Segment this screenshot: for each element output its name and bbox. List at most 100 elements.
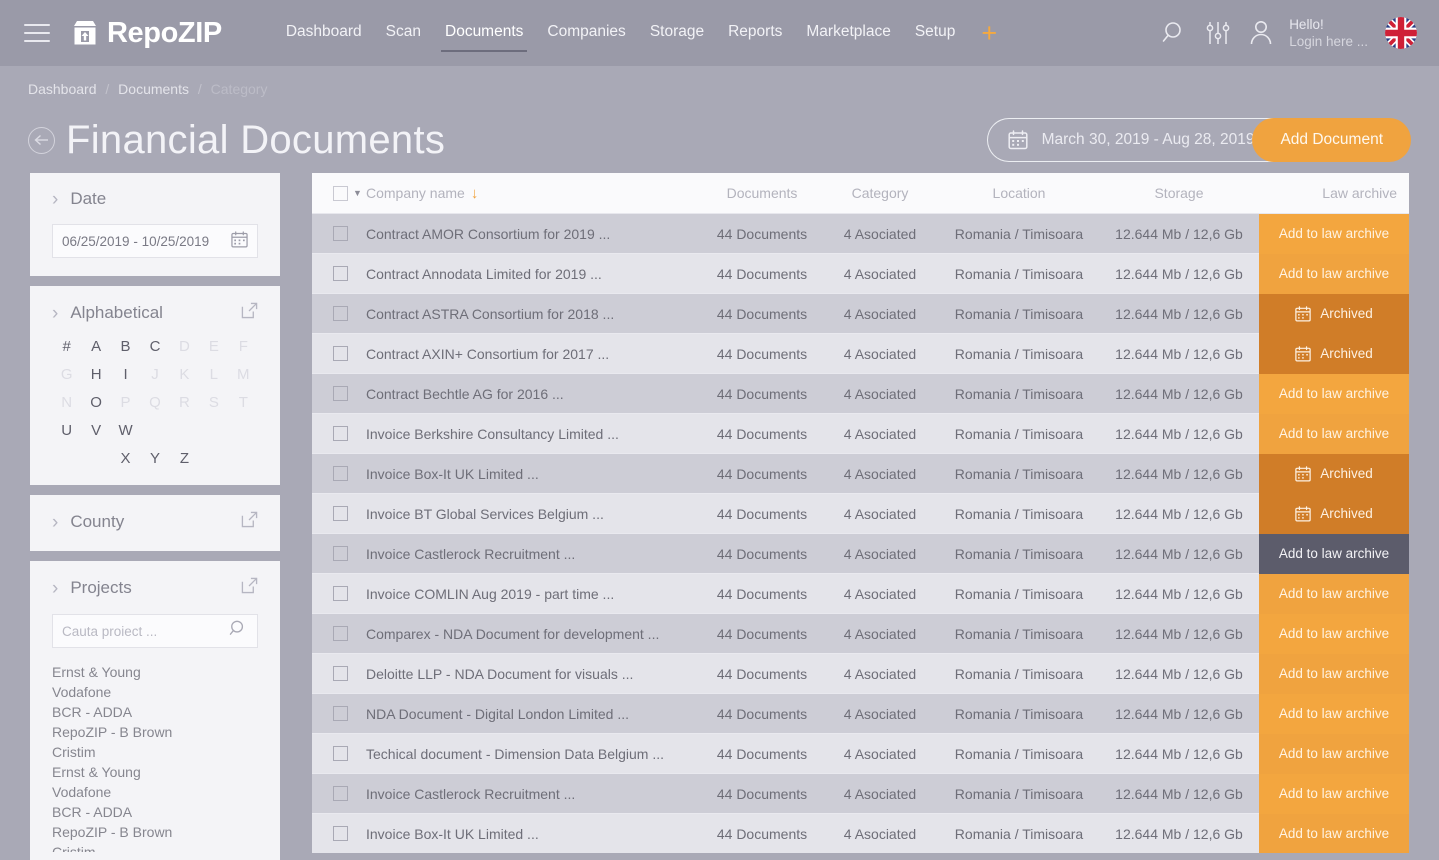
- alpha-letter-y[interactable]: Y: [150, 450, 160, 467]
- add-to-law-archive-button[interactable]: Add to law archive: [1259, 813, 1409, 853]
- alpha-letter-x[interactable]: X: [121, 450, 131, 467]
- row-checkbox[interactable]: [333, 386, 348, 401]
- nav-item-companies[interactable]: Companies: [535, 15, 637, 52]
- row-checkbox[interactable]: [333, 586, 348, 601]
- project-list-item[interactable]: BCR - ADDA: [52, 802, 258, 822]
- nav-item-setup[interactable]: Setup: [903, 15, 968, 52]
- breadcrumb-item-documents[interactable]: Documents: [118, 81, 189, 97]
- project-list-item[interactable]: Vodafone: [52, 682, 258, 702]
- project-list-item[interactable]: Cristim: [52, 842, 258, 852]
- column-header-storage[interactable]: Storage: [1099, 185, 1259, 201]
- alpha-letter-l[interactable]: L: [210, 366, 218, 383]
- alpha-letter-i[interactable]: I: [123, 366, 127, 383]
- table-row[interactable]: Invoice Berkshire Consultancy Limited ..…: [312, 413, 1409, 454]
- alpha-letter-k[interactable]: K: [179, 366, 189, 383]
- archived-badge-button[interactable]: Archived: [1259, 493, 1409, 534]
- nav-item-dashboard[interactable]: Dashboard: [274, 15, 374, 52]
- nav-item-reports[interactable]: Reports: [716, 15, 794, 52]
- chevron-down-icon[interactable]: ▼: [353, 188, 362, 198]
- alpha-letter-g[interactable]: G: [61, 366, 73, 383]
- alpha-letter-t[interactable]: T: [239, 394, 248, 411]
- table-row[interactable]: Contract AXIN+ Consortium for 2017 ... 44…: [312, 333, 1409, 374]
- project-search-input[interactable]: [62, 623, 229, 639]
- table-row[interactable]: Contract Bechtle AG for 2016 ... 44 Docum…: [312, 373, 1409, 414]
- alpha-letter-r[interactable]: R: [179, 394, 190, 411]
- filter-alphabetical-header[interactable]: › Alphabetical: [52, 302, 258, 324]
- add-to-law-archive-button[interactable]: Add to law archive: [1259, 693, 1409, 734]
- project-list-item[interactable]: RepoZIP - B Brown: [52, 722, 258, 742]
- row-checkbox[interactable]: [333, 506, 348, 521]
- back-arrow-icon[interactable]: [28, 126, 55, 154]
- row-checkbox[interactable]: [333, 466, 348, 481]
- alpha-letter-n[interactable]: N: [61, 394, 72, 411]
- project-list-item[interactable]: Vodafone: [52, 782, 258, 802]
- row-checkbox[interactable]: [333, 706, 348, 721]
- table-row[interactable]: Invoice BT Global Services Belgium ... 44…: [312, 493, 1409, 534]
- project-list-item[interactable]: Ernst & Young: [52, 662, 258, 682]
- breadcrumb-item-dashboard[interactable]: Dashboard: [28, 81, 97, 97]
- search-icon[interactable]: [229, 619, 248, 643]
- column-header-category[interactable]: Category: [821, 185, 939, 201]
- add-to-law-archive-button[interactable]: Add to law archive: [1259, 413, 1409, 454]
- archived-badge-button[interactable]: Archived: [1259, 333, 1409, 374]
- column-header-documents[interactable]: Documents: [703, 185, 821, 201]
- row-checkbox[interactable]: [333, 786, 348, 801]
- uk-flag-icon[interactable]: [1385, 17, 1417, 49]
- project-search-box[interactable]: [52, 614, 258, 648]
- alpha-letter-hash[interactable]: #: [63, 338, 71, 355]
- alpha-letter-h[interactable]: H: [91, 366, 102, 383]
- alpha-letter-s[interactable]: S: [209, 394, 219, 411]
- alpha-letter-w[interactable]: W: [118, 422, 132, 439]
- table-row[interactable]: Deloitte LLP - NDA Document for visuals …: [312, 653, 1409, 694]
- table-row[interactable]: Invoice Box-It UK Limited ... 44 Document…: [312, 453, 1409, 494]
- sidebar-date-range-input[interactable]: 06/25/2019 - 10/25/2019: [52, 224, 258, 258]
- project-list-item[interactable]: BCR - ADDA: [52, 702, 258, 722]
- column-header-location[interactable]: Location: [939, 185, 1099, 201]
- alpha-letter-o[interactable]: O: [90, 394, 102, 411]
- add-to-law-archive-button[interactable]: Add to law archive: [1259, 773, 1409, 814]
- row-checkbox[interactable]: [333, 426, 348, 441]
- row-checkbox[interactable]: [333, 746, 348, 761]
- table-row[interactable]: Invoice Box-It UK Limited ... 44 Document…: [312, 813, 1409, 853]
- nav-item-scan[interactable]: Scan: [374, 15, 433, 52]
- table-row[interactable]: Contract Annodata Limited for 2019 ... 44…: [312, 253, 1409, 294]
- alpha-letter-m[interactable]: M: [237, 366, 250, 383]
- alpha-letter-f[interactable]: F: [239, 338, 248, 355]
- row-checkbox[interactable]: [333, 546, 348, 561]
- column-header-law-archive[interactable]: Law archive: [1259, 185, 1409, 201]
- project-list-item[interactable]: RepoZIP - B Brown: [52, 822, 258, 842]
- archived-badge-button[interactable]: Archived: [1259, 293, 1409, 334]
- row-checkbox[interactable]: [333, 226, 348, 241]
- date-range-picker[interactable]: March 30, 2019 - Aug 28, 2019: [986, 118, 1275, 162]
- table-row[interactable]: Invoice Castlerock Recruitment ... 44 Doc…: [312, 773, 1409, 814]
- alpha-letter-p[interactable]: P: [121, 394, 131, 411]
- expand-external-icon[interactable]: [241, 577, 258, 599]
- row-checkbox[interactable]: [333, 266, 348, 281]
- alpha-letter-c[interactable]: C: [150, 338, 161, 355]
- add-to-law-archive-button[interactable]: Add to law archive: [1259, 533, 1409, 574]
- table-row[interactable]: NDA Document - Digital London Limited ..…: [312, 693, 1409, 734]
- filter-projects-header[interactable]: › Projects: [52, 577, 258, 599]
- alpha-letter-z[interactable]: Z: [180, 450, 189, 467]
- filter-county-header[interactable]: › County: [52, 511, 258, 533]
- add-document-button[interactable]: Add Document: [1252, 118, 1411, 162]
- table-row[interactable]: Contract ASTRA Consortium for 2018 ... 44…: [312, 293, 1409, 334]
- nav-item-storage[interactable]: Storage: [638, 15, 716, 52]
- row-checkbox[interactable]: [333, 666, 348, 681]
- sliders-settings-icon[interactable]: [1205, 20, 1231, 46]
- table-row[interactable]: Techical document - Dimension Data Belgi…: [312, 733, 1409, 774]
- nav-item-marketplace[interactable]: Marketplace: [794, 15, 902, 52]
- table-row[interactable]: Contract AMOR Consortium for 2019 ... 44 …: [312, 213, 1409, 254]
- table-row[interactable]: Invoice COMLIN Aug 2019 - part time ... 4…: [312, 573, 1409, 614]
- add-to-law-archive-button[interactable]: Add to law archive: [1259, 213, 1409, 254]
- alpha-letter-a[interactable]: A: [91, 338, 101, 355]
- add-to-law-archive-button[interactable]: Add to law archive: [1259, 253, 1409, 294]
- login-greeting[interactable]: Hello! Login here ...: [1289, 16, 1368, 50]
- user-account-icon[interactable]: [1248, 19, 1274, 47]
- add-to-law-archive-button[interactable]: Add to law archive: [1259, 613, 1409, 654]
- search-icon[interactable]: [1162, 20, 1188, 46]
- project-list-item[interactable]: Cristim: [52, 742, 258, 762]
- hamburger-menu-icon[interactable]: [24, 24, 50, 42]
- add-to-law-archive-button[interactable]: Add to law archive: [1259, 733, 1409, 774]
- add-to-law-archive-button[interactable]: Add to law archive: [1259, 373, 1409, 414]
